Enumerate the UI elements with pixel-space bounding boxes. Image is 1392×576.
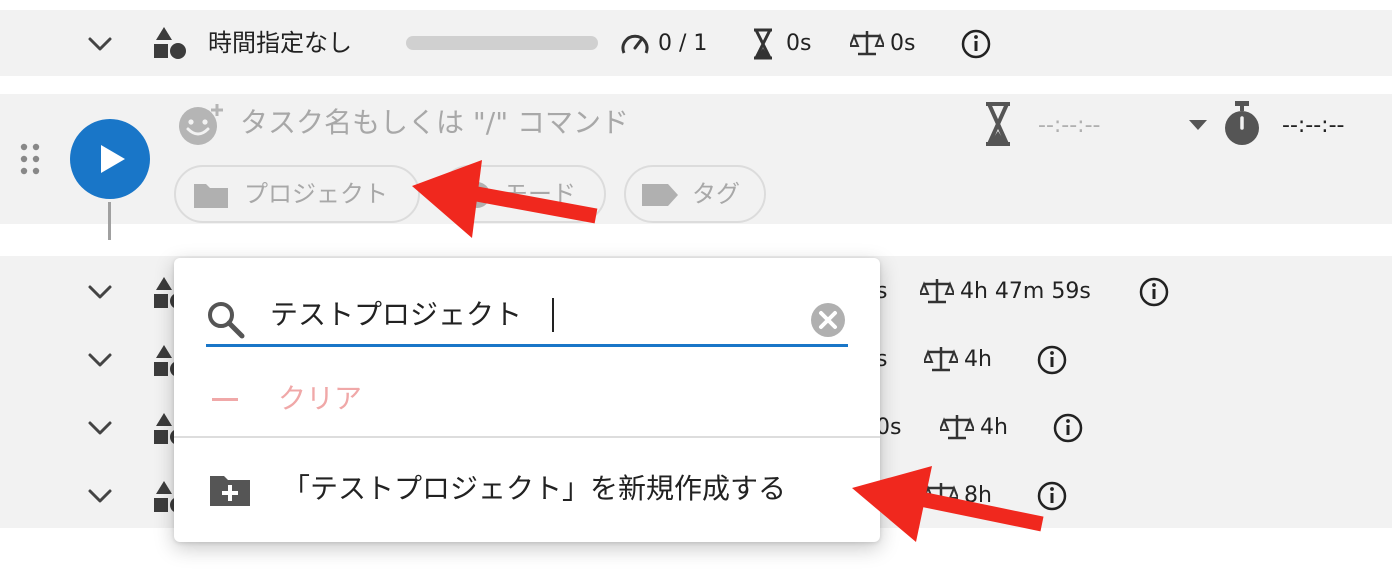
timer-display: --:--:-- bbox=[1282, 113, 1345, 138]
add-folder-icon bbox=[210, 476, 250, 506]
caret-down-icon[interactable] bbox=[1188, 118, 1208, 132]
balance-scale-icon bbox=[850, 31, 884, 56]
estimate-input[interactable]: --:--:-- bbox=[1038, 112, 1100, 140]
chevron-down-icon[interactable] bbox=[86, 346, 114, 374]
timeline-connector bbox=[108, 202, 111, 240]
project-picker-popup: テストプロジェクト クリア 「テストプロジェクト」を新規作成する bbox=[174, 258, 880, 542]
annotation-arrow-icon bbox=[412, 160, 598, 238]
info-icon[interactable] bbox=[960, 28, 992, 60]
hourglass-icon bbox=[986, 102, 1010, 146]
text-cursor bbox=[552, 298, 554, 332]
row-balance: 4h bbox=[964, 347, 992, 372]
summary-balance-label: 0s bbox=[890, 31, 916, 56]
popup-divider bbox=[174, 436, 880, 438]
summary-progress-bar bbox=[406, 36, 598, 50]
chevron-down-icon[interactable] bbox=[86, 278, 114, 306]
summary-progress-label: 0 / 1 bbox=[658, 31, 708, 56]
project-search-input[interactable]: テストプロジェクト bbox=[270, 298, 522, 332]
balance-scale-icon bbox=[940, 415, 974, 440]
stopwatch-icon[interactable] bbox=[1222, 100, 1262, 146]
clear-search-icon[interactable] bbox=[810, 302, 846, 338]
info-icon[interactable] bbox=[1036, 344, 1068, 376]
project-chip[interactable]: プロジェクト bbox=[174, 165, 420, 223]
balance-scale-icon bbox=[920, 279, 954, 304]
task-name-input[interactable]: タスク名もしくは "/" コマンド bbox=[240, 106, 629, 140]
chevron-down-icon[interactable] bbox=[86, 414, 114, 442]
tag-chip[interactable]: タグ bbox=[624, 165, 766, 223]
create-project-label: 「テストプロジェクト」を新規作成する bbox=[282, 472, 787, 505]
search-icon bbox=[208, 302, 245, 339]
tag-icon bbox=[642, 184, 678, 206]
folder-icon bbox=[194, 184, 228, 208]
add-emoji-icon[interactable] bbox=[176, 102, 226, 146]
search-underline bbox=[206, 344, 848, 347]
summary-estimate-label: 0s bbox=[786, 31, 812, 56]
clear-option[interactable]: クリア bbox=[174, 370, 880, 434]
project-chip-label: プロジェクト bbox=[244, 180, 388, 208]
hourglass-icon bbox=[754, 28, 772, 60]
shapes-icon bbox=[154, 27, 186, 59]
clear-option-label: クリア bbox=[278, 382, 363, 415]
minus-icon bbox=[212, 398, 238, 401]
summary-title: 時間指定なし bbox=[208, 29, 352, 57]
create-project-option[interactable]: 「テストプロジェクト」を新規作成する bbox=[174, 442, 880, 538]
annotation-arrow-icon bbox=[852, 466, 1044, 542]
chevron-down-icon[interactable] bbox=[86, 482, 114, 510]
balance-scale-icon bbox=[924, 347, 958, 372]
info-icon[interactable] bbox=[1052, 412, 1084, 444]
chevron-down-icon[interactable] bbox=[86, 30, 114, 58]
row-balance: 4h bbox=[980, 415, 1008, 440]
play-icon bbox=[101, 145, 125, 173]
speedometer-icon bbox=[621, 34, 649, 54]
tag-chip-label: タグ bbox=[692, 180, 740, 208]
info-icon[interactable] bbox=[1138, 276, 1170, 308]
row-balance: 4h 47m 59s bbox=[960, 279, 1091, 304]
drag-handle-icon[interactable] bbox=[20, 143, 40, 175]
play-button[interactable] bbox=[70, 119, 150, 199]
